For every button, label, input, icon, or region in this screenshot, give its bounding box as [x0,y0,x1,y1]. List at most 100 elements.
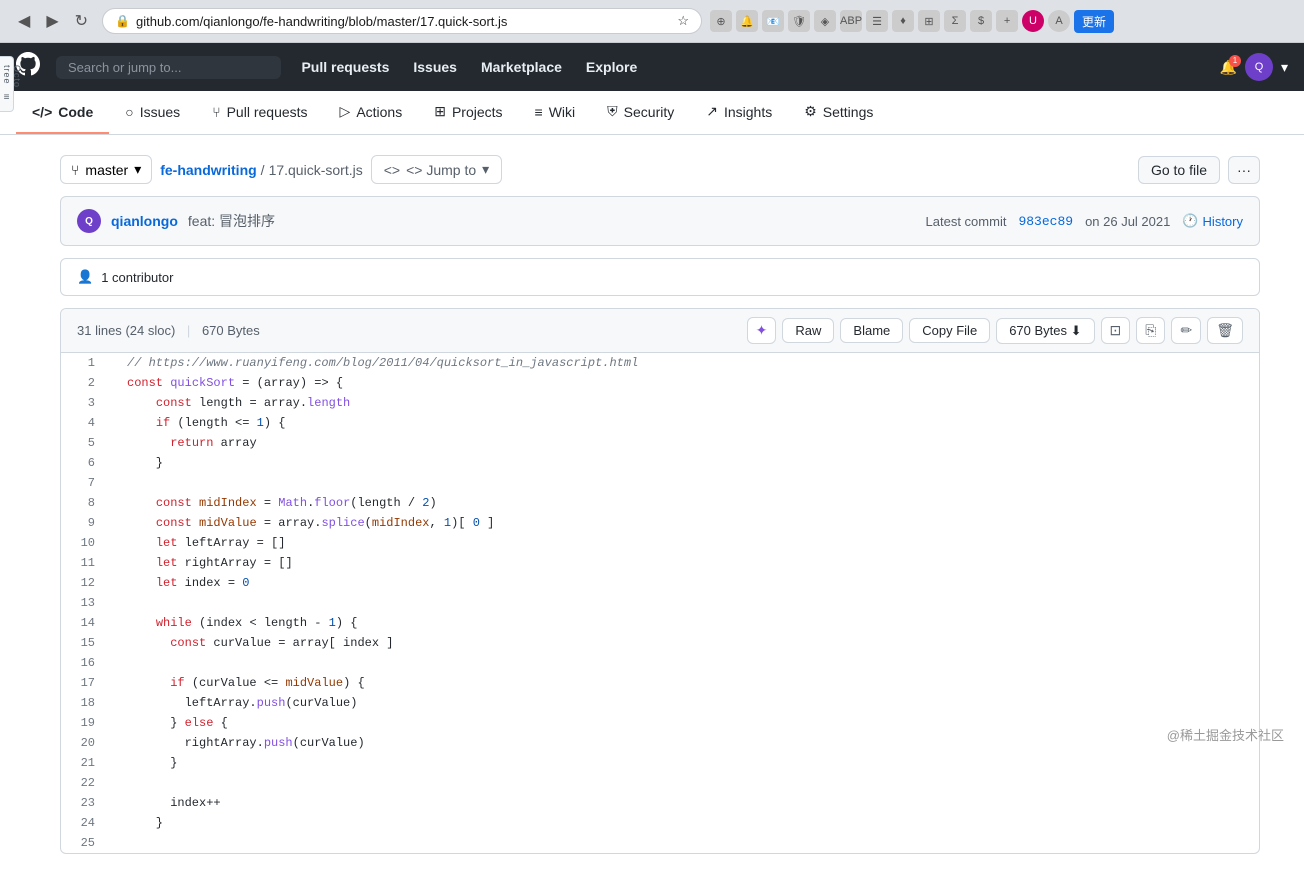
nav-wiki[interactable]: ≡ Wiki [519,91,592,134]
nav-settings[interactable]: ⚙ Settings [788,91,889,134]
extension-icon-6[interactable]: ABP [840,10,862,32]
settings-icon: ⚙ [804,103,817,120]
insights-icon: ↗ [706,103,718,120]
line-number[interactable]: 13 [61,593,111,613]
chevron-down-icon: ▾ [482,161,489,178]
extension-icon-9[interactable]: ⊞ [918,10,940,32]
nav-insights[interactable]: ↗ Insights [690,91,788,134]
gh-pullrequests[interactable]: Pull requests [297,51,393,83]
copilot-icon: ✦ [756,322,768,339]
gh-marketplace[interactable]: Marketplace [477,51,566,83]
extension-icon-11[interactable]: $ [970,10,992,32]
notification-icon[interactable]: 🔔 1 [1220,59,1237,76]
extension-icon-12[interactable]: + [996,10,1018,32]
line-number[interactable]: 3 [61,393,111,413]
contributor-count: 1 contributor [101,270,173,285]
delete-button[interactable]: 🗑 [1207,317,1243,344]
bookmark-icon: ☆ [677,13,689,29]
profile-icon[interactable]: U [1022,10,1044,32]
line-number[interactable]: 9 [61,513,111,533]
line-number[interactable]: 23 [61,793,111,813]
extension-icon-2[interactable]: 🔔 [736,10,758,32]
extension-icon-7[interactable]: ☰ [866,10,888,32]
line-number[interactable]: 19 [61,713,111,733]
commit-author[interactable]: qianlongo [111,213,178,229]
more-options-button[interactable]: ··· [1228,156,1260,184]
line-number[interactable]: 14 [61,613,111,633]
extension-icon-8[interactable]: ♦ [892,10,914,32]
table-row: 6 } [61,453,1259,473]
go-to-file-button[interactable]: Go to file [1138,156,1220,184]
nav-issues[interactable]: ○ Issues [109,91,196,134]
line-code [111,773,1259,793]
line-number[interactable]: 1 [61,353,111,373]
line-number[interactable]: 15 [61,633,111,653]
update-button[interactable]: 更新 [1074,10,1114,33]
line-number[interactable]: 7 [61,473,111,493]
wiki-icon: ≡ [535,104,543,120]
extension-icon-1[interactable]: ⊕ [710,10,732,32]
line-number[interactable]: 2 [61,373,111,393]
line-number[interactable]: 11 [61,553,111,573]
edit-button[interactable]: ✏ [1171,317,1201,344]
extension-icon-5[interactable]: ◈ [814,10,836,32]
nav-buttons: ◀ ▶ ↻ [12,9,94,33]
breadcrumb-separator: / [261,162,265,178]
table-row: 7 [61,473,1259,493]
blame-button[interactable]: Blame [840,318,903,343]
copy-file-button[interactable]: Copy File [909,318,990,343]
history-link[interactable]: 🕐 History [1182,213,1243,229]
line-number[interactable]: 20 [61,733,111,753]
line-code: if (length <= 1) { [111,413,1259,433]
table-row: 4 if (length <= 1) { [61,413,1259,433]
line-number[interactable]: 17 [61,673,111,693]
commit-hash[interactable]: 983ec89 [1018,214,1073,229]
extension-icon-4[interactable]: 🛡 [788,10,810,32]
line-number[interactable]: 21 [61,753,111,773]
line-code: rightArray.push(curValue) [111,733,1259,753]
nav-projects[interactable]: ⊞ Projects [418,91,518,134]
back-button[interactable]: ◀ [12,9,36,33]
address-bar[interactable]: 🔒 github.com/qianlongo/fe-handwriting/bl… [102,8,702,34]
breadcrumb-repo[interactable]: fe-handwriting [160,162,256,178]
table-row: 22 [61,773,1259,793]
gh-issues[interactable]: Issues [409,51,461,83]
gh-explore[interactable]: Explore [582,51,641,83]
line-number[interactable]: 22 [61,773,111,793]
line-code: } [111,813,1259,833]
jump-to-button[interactable]: <> <> Jump to ▾ [371,155,502,184]
commit-info: Q qianlongo feat: 冒泡排序 Latest commit 983… [60,196,1260,246]
chevron-down-icon[interactable]: ▾ [1281,59,1288,76]
line-number[interactable]: 24 [61,813,111,833]
octotree-toggle[interactable]: Octotree ≡ [0,56,14,112]
line-number[interactable]: 12 [61,573,111,593]
extension-icon-10[interactable]: Σ [944,10,966,32]
nav-pullrequests[interactable]: ⑂ Pull requests [196,91,323,134]
user-avatar[interactable]: Q [1245,53,1273,81]
raw-button[interactable]: Raw [782,318,834,343]
copilot-button[interactable]: ✦ [747,317,777,344]
branch-selector[interactable]: ⑂ master ▾ [60,155,152,184]
line-number[interactable]: 4 [61,413,111,433]
line-number[interactable]: 10 [61,533,111,553]
line-number[interactable]: 25 [61,833,111,853]
forward-button[interactable]: ▶ [40,9,64,33]
repo-nav: </> Code ○ Issues ⑂ Pull requests ▷ Acti… [0,91,1304,135]
refresh-button[interactable]: ↻ [69,9,94,33]
table-row: 10 let leftArray = [] [61,533,1259,553]
display-mode-button[interactable]: ⊡ [1101,317,1131,344]
line-number[interactable]: 8 [61,493,111,513]
account-icon[interactable]: A [1048,10,1070,32]
gh-search[interactable]: Search or jump to... [56,56,281,79]
extension-icon-3[interactable]: 📧 [762,10,784,32]
nav-code[interactable]: </> Code [16,91,109,134]
copy-raw-button[interactable]: ⎘ [1136,317,1165,344]
line-number[interactable]: 5 [61,433,111,453]
line-number[interactable]: 18 [61,693,111,713]
nav-security[interactable]: ⛨ Security [591,91,690,134]
file-path-left: ⑂ master ▾ fe-handwriting / 17.quick-sor… [60,155,502,184]
line-number[interactable]: 6 [61,453,111,473]
nav-actions[interactable]: ▷ Actions [324,91,419,134]
size-button[interactable]: 670 Bytes ⬇ [996,318,1094,344]
line-number[interactable]: 16 [61,653,111,673]
